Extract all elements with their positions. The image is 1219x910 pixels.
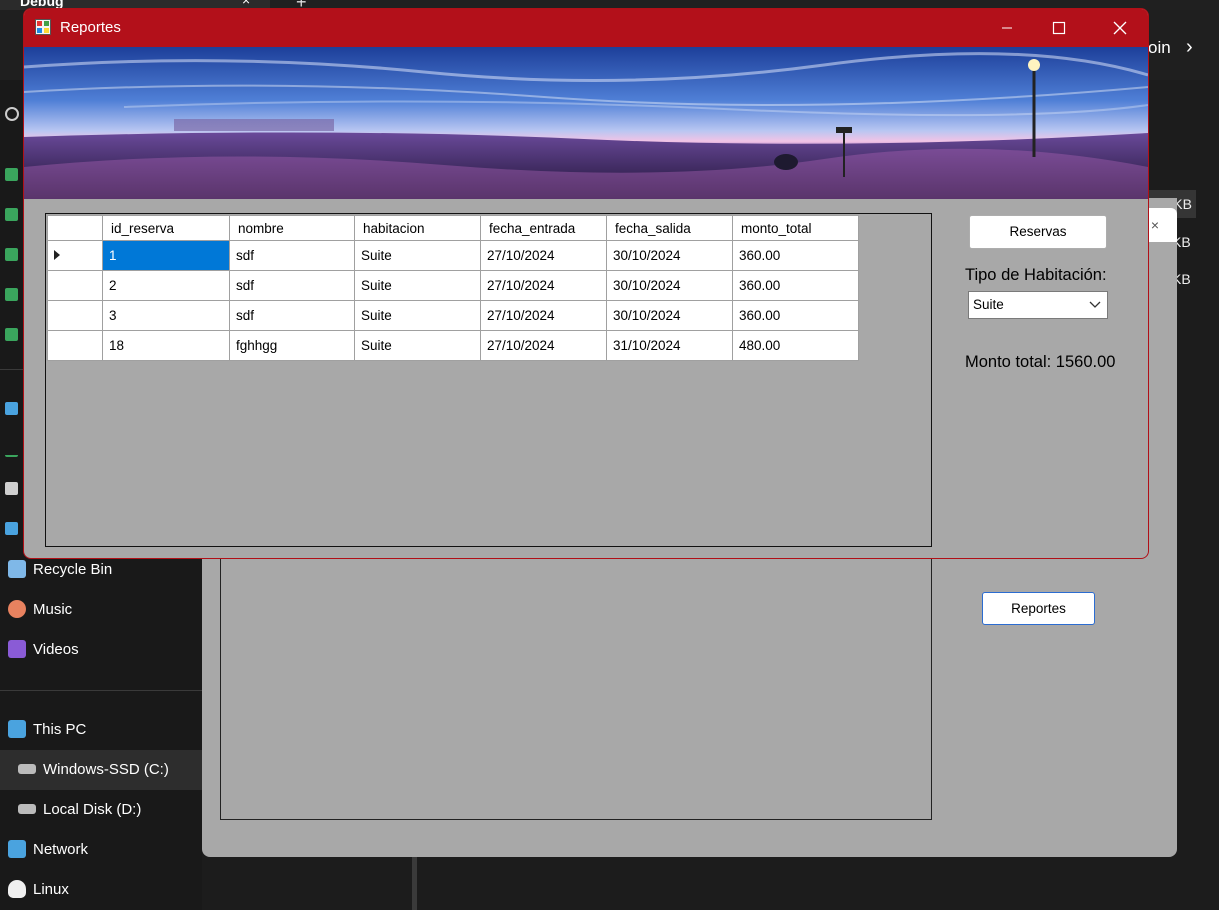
- tipo-habitacion-label: Tipo de Habitación:: [965, 266, 1107, 284]
- column-header[interactable]: fecha_entrada: [480, 215, 607, 241]
- grid-cell[interactable]: sdf: [229, 270, 355, 301]
- pictures-icon[interactable]: [5, 522, 18, 535]
- shortcut-icon[interactable]: [5, 208, 18, 221]
- sidebar-item-windows-ssd[interactable]: Windows-SSD (C:): [0, 750, 202, 790]
- grid-cell[interactable]: 360.00: [732, 270, 859, 301]
- toolbar-text[interactable]: oin: [1148, 38, 1171, 58]
- reservas-grid[interactable]: id_reserva nombre habitacion fecha_entra…: [45, 213, 932, 547]
- grid-cell[interactable]: 1: [102, 240, 230, 271]
- title-bar[interactable]: Reportes: [24, 9, 1148, 47]
- banner-image: [24, 47, 1148, 199]
- column-header[interactable]: fecha_salida: [606, 215, 733, 241]
- reportes-button[interactable]: Reportes: [982, 592, 1095, 625]
- grid-cell[interactable]: 31/10/2024: [606, 330, 733, 361]
- grid-cell[interactable]: 27/10/2024: [480, 330, 607, 361]
- reservas-button[interactable]: Reservas: [969, 215, 1107, 249]
- grid-cell[interactable]: 30/10/2024: [606, 270, 733, 301]
- sidebar-item-local-disk[interactable]: Local Disk (D:): [0, 790, 202, 830]
- window-title: Reportes: [60, 19, 121, 36]
- grid-cell[interactable]: Suite: [354, 270, 481, 301]
- sidebar-item-this-pc[interactable]: This PC: [0, 710, 202, 750]
- grid-cell[interactable]: 3: [102, 300, 230, 331]
- network-icon: [8, 840, 26, 858]
- divider: [0, 690, 202, 691]
- grid-cell[interactable]: fghhgg: [229, 330, 355, 361]
- current-row-icon: [54, 250, 60, 260]
- videos-icon: [8, 640, 26, 658]
- minimize-icon[interactable]: [984, 9, 1030, 47]
- tipo-habitacion-select[interactable]: Suite: [968, 291, 1108, 319]
- grid-cell[interactable]: 360.00: [732, 240, 859, 271]
- recycle-bin-icon: [8, 560, 26, 578]
- sidebar-item-videos[interactable]: Videos: [0, 630, 202, 670]
- app-icon: [35, 19, 51, 35]
- row-header-corner[interactable]: [47, 215, 103, 241]
- column-header[interactable]: id_reserva: [102, 215, 230, 241]
- row-header[interactable]: [47, 240, 103, 271]
- row-header[interactable]: [47, 270, 103, 301]
- grid-cell[interactable]: Suite: [354, 240, 481, 271]
- shortcut-icon[interactable]: [5, 248, 18, 261]
- column-header[interactable]: nombre: [229, 215, 355, 241]
- select-value: Suite: [973, 297, 1004, 312]
- grid-cell[interactable]: 27/10/2024: [480, 300, 607, 331]
- grid-cell[interactable]: 30/10/2024: [606, 300, 733, 331]
- monto-total-label: Monto total: 1560.00: [965, 353, 1116, 371]
- grid-cell[interactable]: Suite: [354, 300, 481, 331]
- sidebar-item-label: This PC: [33, 721, 87, 738]
- grid-cell[interactable]: 2: [102, 270, 230, 301]
- main-form-grid: [220, 545, 932, 820]
- desktop-icon[interactable]: [5, 402, 18, 415]
- table-row[interactable]: 18 fghhgg Suite 27/10/2024 31/10/2024 48…: [47, 330, 859, 361]
- sidebar-item-network[interactable]: Network: [0, 830, 202, 870]
- reportes-window: Reportes id_reserva nombre habitacion fe…: [23, 8, 1149, 559]
- table-row[interactable]: 2 sdf Suite 27/10/2024 30/10/2024 360.00: [47, 270, 859, 301]
- sidebar-item-label: Linux: [33, 881, 69, 898]
- table-row[interactable]: 1 sdf Suite 27/10/2024 30/10/2024 360.00: [47, 240, 859, 271]
- sidebar-item-label: Music: [33, 601, 73, 618]
- column-header[interactable]: monto_total: [732, 215, 859, 241]
- row-header[interactable]: [47, 300, 103, 331]
- sidebar-item-label: Windows-SSD (C:): [43, 761, 169, 778]
- shortcut-icon[interactable]: [5, 328, 18, 341]
- music-icon: [8, 600, 26, 618]
- shortcut-icon[interactable]: [5, 168, 18, 181]
- grid-cell[interactable]: 360.00: [732, 300, 859, 331]
- sidebar-item-linux[interactable]: Linux: [0, 870, 202, 910]
- sidebar-item-label: Network: [33, 841, 89, 858]
- close-icon[interactable]: ×: [242, 0, 250, 8]
- grid-cell[interactable]: 30/10/2024: [606, 240, 733, 271]
- grid-cell[interactable]: sdf: [229, 240, 355, 271]
- sidebar-item-label: Recycle Bin: [33, 561, 113, 578]
- grid-cell[interactable]: 18: [102, 330, 230, 361]
- grid-cell[interactable]: 27/10/2024: [480, 240, 607, 271]
- sidebar-item-music[interactable]: Music: [0, 590, 202, 630]
- downloads-icon[interactable]: [5, 442, 18, 457]
- close-icon[interactable]: [1092, 9, 1148, 47]
- linux-icon: [8, 880, 26, 898]
- grid-cell[interactable]: Suite: [354, 330, 481, 361]
- data-grid[interactable]: id_reserva nombre habitacion fecha_entra…: [47, 215, 859, 361]
- grid-header-row: id_reserva nombre habitacion fecha_entra…: [47, 215, 859, 241]
- table-row[interactable]: 3 sdf Suite 27/10/2024 30/10/2024 360.00: [47, 300, 859, 331]
- column-header[interactable]: habitacion: [354, 215, 481, 241]
- shortcut-icon[interactable]: [5, 288, 18, 301]
- add-icon[interactable]: [5, 107, 19, 121]
- grid-cell[interactable]: 480.00: [732, 330, 859, 361]
- grid-cell[interactable]: sdf: [229, 300, 355, 331]
- sidebar-item-label: Videos: [33, 641, 79, 658]
- documents-icon[interactable]: [5, 482, 18, 495]
- sidebar-item-label: Local Disk (D:): [43, 801, 142, 818]
- pane-splitter[interactable]: [412, 855, 417, 910]
- drive-icon: [18, 764, 36, 774]
- drive-icon: [18, 804, 36, 814]
- row-header[interactable]: [47, 330, 103, 361]
- this-pc-icon: [8, 720, 26, 738]
- grid-cell[interactable]: 27/10/2024: [480, 270, 607, 301]
- chevron-right-icon[interactable]: ›: [1186, 36, 1193, 59]
- chevron-down-icon: [1089, 301, 1101, 308]
- maximize-icon[interactable]: [1036, 9, 1082, 47]
